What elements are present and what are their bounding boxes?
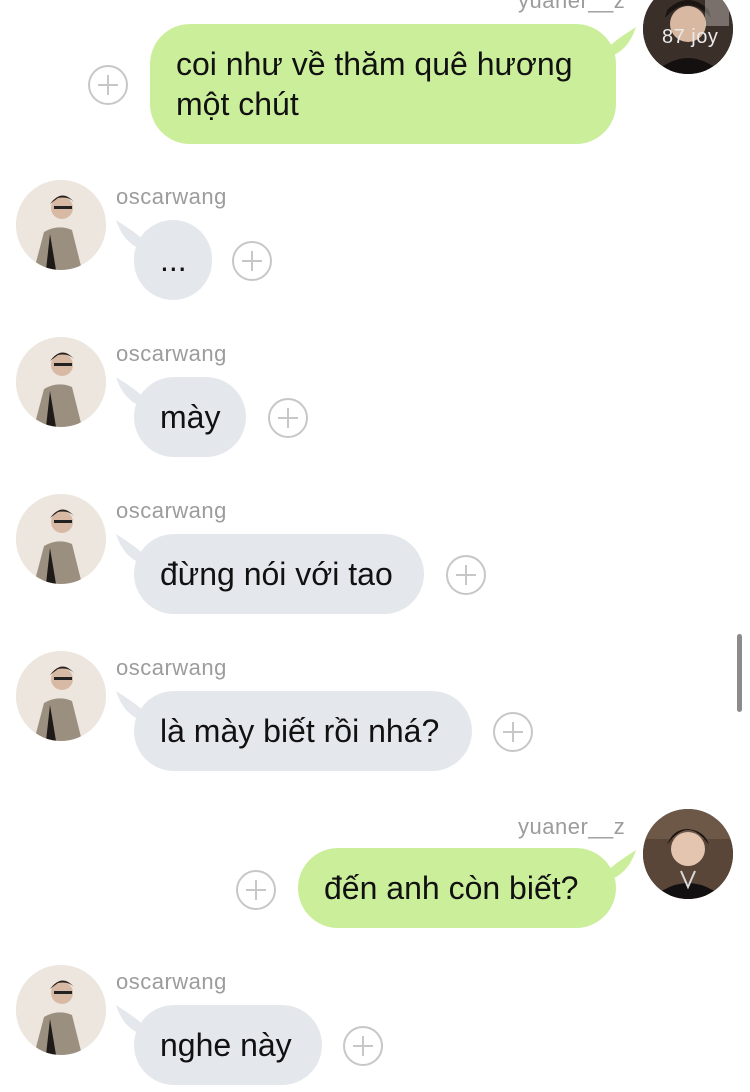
username: oscarwang — [116, 184, 227, 209]
scrollbar[interactable] — [737, 634, 742, 712]
message-row-incoming: oscarwang mày — [0, 327, 750, 467]
add-reaction-button[interactable] — [268, 398, 308, 438]
username: yuaner__z — [518, 814, 626, 839]
message-bubble[interactable]: đến anh còn biết? — [298, 848, 616, 928]
add-reaction-button[interactable] — [236, 870, 276, 910]
username: oscarwang — [116, 655, 227, 680]
message-bubble[interactable]: đừng nói với tao — [134, 534, 424, 614]
username: yuaner__z — [518, 0, 626, 13]
avatar-oscarwang[interactable] — [16, 965, 106, 1055]
avatar-oscarwang-image — [16, 651, 106, 741]
avatar-oscarwang[interactable] — [16, 337, 106, 427]
message-row-incoming: oscarwang là mày biết rồi nhá? — [0, 641, 750, 781]
avatar-yuaner-image — [643, 809, 733, 899]
message-row-incoming: oscarwang đừng nói với tao — [0, 484, 750, 624]
message-bubble[interactable]: ... — [134, 220, 212, 300]
add-reaction-button[interactable] — [343, 1026, 383, 1066]
message-row-outgoing: yuaner__z đến anh còn biết? — [0, 800, 750, 940]
username: oscarwang — [116, 498, 227, 523]
message-bubble[interactable]: mày — [134, 377, 246, 457]
avatar-oscarwang-image — [16, 180, 106, 270]
add-reaction-button[interactable] — [232, 241, 272, 281]
avatar-oscarwang-image — [16, 337, 106, 427]
message-row-incoming: oscarwang nghe này — [0, 955, 750, 1092]
avatar-yuaner[interactable] — [643, 809, 733, 899]
username: oscarwang — [116, 341, 227, 366]
message-row-incoming: oscarwang ... — [0, 170, 750, 310]
message-bubble[interactable]: nghe này — [134, 1005, 322, 1085]
message-row-outgoing: yuaner__z coi như về thăm quê hương một … — [0, 0, 750, 150]
add-reaction-button[interactable] — [446, 555, 486, 595]
message-bubble[interactable]: là mày biết rồi nhá? — [134, 691, 472, 771]
avatar-oscarwang-image — [16, 494, 106, 584]
add-reaction-button[interactable] — [88, 65, 128, 105]
avatar-oscarwang-image — [16, 965, 106, 1055]
avatar-oscarwang[interactable] — [16, 494, 106, 584]
avatar-oscarwang[interactable] — [16, 180, 106, 270]
add-reaction-button[interactable] — [493, 712, 533, 752]
chat-thread: yuaner__z coi như về thăm quê hương một … — [0, 0, 750, 1092]
avatar-oscarwang[interactable] — [16, 651, 106, 741]
username: oscarwang — [116, 969, 227, 994]
message-bubble[interactable]: coi như về thăm quê hương một chút — [150, 24, 616, 144]
level-badge: 87 joy — [662, 26, 719, 48]
